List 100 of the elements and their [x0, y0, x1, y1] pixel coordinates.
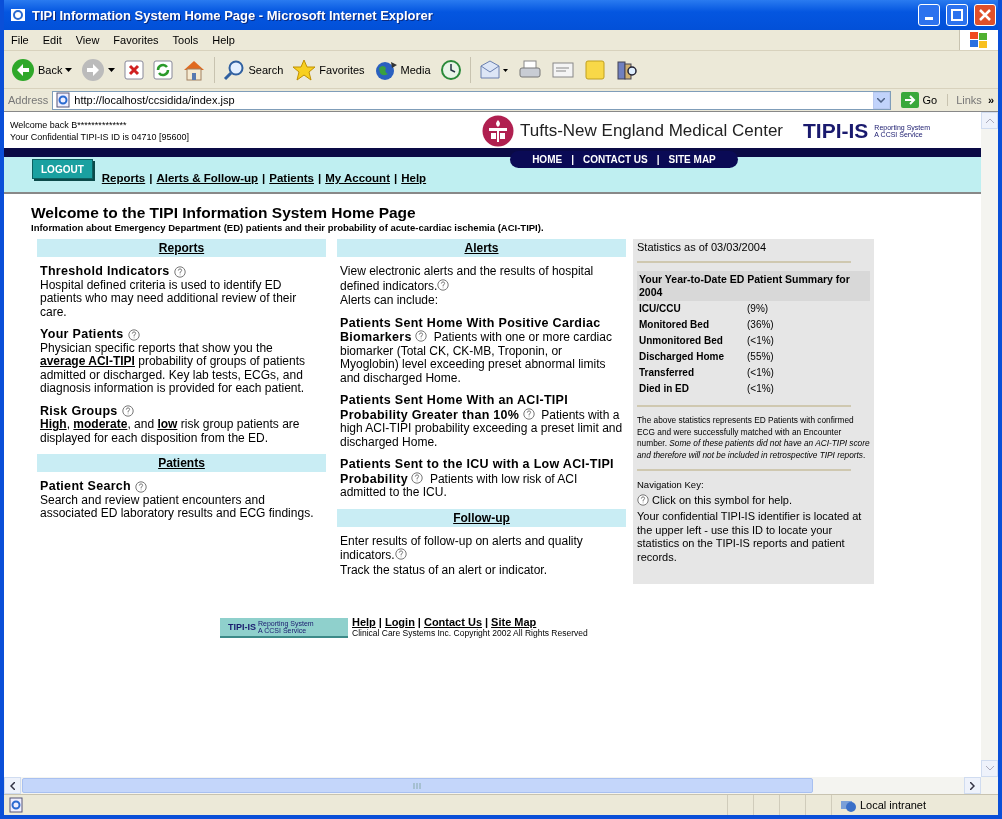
- menu-item[interactable]: Edit: [35, 34, 69, 46]
- menu-item[interactable]: Help: [205, 34, 242, 46]
- navigation-key-text: Your confidential TIPI-IS identifier is located at the upper left - use this ID to locate your statistics on the TIPI-IS reports and patient records.: [637, 510, 863, 564]
- close-icon: [979, 9, 991, 21]
- research-icon: [614, 58, 639, 81]
- search-icon: [223, 58, 246, 81]
- chevron-down-icon: [877, 97, 885, 103]
- description-text: Enter results of follow-up on alerts and quality indicators.: [340, 534, 584, 563]
- top-nav-link[interactable]: HOME: [532, 154, 563, 165]
- dropdown-button[interactable]: [872, 91, 890, 109]
- stat-value: (36%): [747, 318, 774, 332]
- entry-title: Patient Search: [40, 480, 132, 494]
- statistics-note: The above statistics represents ED Patients with confirmed ECG and were successfully matched with an Encounter number. Some of these patients did not have an ACI-TIPI score and therefore will not be included in retrospective TIPI reports.: [637, 415, 870, 461]
- go-button[interactable]: Go: [894, 92, 944, 108]
- menu-item[interactable]: View: [68, 34, 107, 46]
- navigation-key-title: Navigation Key:: [637, 479, 705, 490]
- footer-link[interactable]: Site Map: [491, 616, 537, 628]
- stat-label: Transferred: [639, 366, 696, 380]
- entry-title: Threshold Indicators: [40, 265, 170, 279]
- grip-icon: [413, 782, 422, 789]
- text-link[interactable]: low: [157, 417, 178, 431]
- scroll-left-icon: [10, 781, 15, 790]
- footer-link[interactable]: Help: [352, 616, 376, 628]
- nav-link[interactable]: Reports: [101, 172, 146, 184]
- help-icon[interactable]: [637, 494, 649, 506]
- help-icon[interactable]: [121, 405, 134, 418]
- section-heading[interactable]: Patients: [37, 454, 326, 472]
- help-icon[interactable]: [173, 265, 186, 278]
- minimize-button[interactable]: [918, 4, 940, 26]
- alert-description: Patients Sent to the ICU with a Low ACI-TIPI Probability Patients with low risk of ACI admitted to the ICU.: [340, 458, 615, 500]
- maximize-icon: [951, 9, 963, 21]
- menu-item[interactable]: File: [4, 34, 36, 46]
- help-icon[interactable]: [411, 471, 424, 484]
- chevron[interactable]: »: [987, 94, 998, 106]
- browser-icon: [10, 7, 26, 23]
- refresh-icon: [153, 59, 174, 80]
- menu-item[interactable]: Tools: [165, 34, 206, 46]
- id-text: Your Confidential TIPI-IS ID is 04710 [95600]: [10, 131, 190, 143]
- scroll-down-icon: [985, 766, 994, 771]
- address-field[interactable]: http://localhost/ccsidida/index.jsp: [52, 90, 891, 110]
- scroll-right-icon: [970, 781, 975, 790]
- text-link[interactable]: High: [40, 417, 67, 431]
- nav-link[interactable]: Patients: [269, 172, 314, 184]
- footer-link[interactable]: Login: [384, 616, 415, 628]
- separator: |: [656, 154, 660, 165]
- nav-link[interactable]: Help: [401, 172, 427, 184]
- section-heading[interactable]: Reports: [37, 239, 326, 257]
- nav-link[interactable]: My Account: [325, 172, 390, 184]
- scroll-thumb[interactable]: [22, 778, 813, 793]
- help-icon[interactable]: [437, 278, 450, 291]
- stat-value: (9%): [747, 302, 769, 316]
- vertical-scrollbar[interactable]: [981, 112, 998, 777]
- top-nav-link[interactable]: CONTACT US: [582, 154, 648, 165]
- section-heading[interactable]: Alerts: [337, 239, 626, 257]
- caret-icon: [108, 67, 116, 72]
- help-icon[interactable]: [415, 330, 428, 342]
- separator: |: [262, 172, 266, 184]
- nav-link[interactable]: Alerts & Follow-up: [156, 172, 259, 184]
- help-icon[interactable]: [135, 480, 148, 493]
- statistics-date: Statistics as of 03/03/2004: [637, 241, 768, 253]
- horizontal-scrollbar[interactable]: [4, 777, 998, 794]
- page-title: Welcome to the TIPI Information System Home Page: [31, 204, 417, 222]
- entry-title: Risk Groups: [40, 404, 118, 418]
- window-title: TIPI Information System Home Page - Microsoft Internet Explorer: [32, 7, 434, 23]
- toolbar-button[interactable]: Media: [370, 56, 434, 83]
- toolbar-button[interactable]: Search: [220, 56, 287, 83]
- separator: |: [571, 154, 574, 165]
- close-button[interactable]: [974, 4, 996, 26]
- stat-value: (<1%): [747, 334, 774, 348]
- top-nav-link[interactable]: SITE MAP: [668, 154, 716, 165]
- description-text: View electronic alerts and the results of hospital defined indicators.: [340, 265, 595, 293]
- summary-title: Your Year-to-Date ED Patient Summary for 2004: [637, 271, 870, 301]
- caret-icon: [65, 67, 73, 72]
- links-label[interactable]: Links: [947, 94, 984, 106]
- page-icon: [8, 797, 24, 813]
- stat-label: ICU/CCU: [639, 302, 682, 316]
- stat-value: (<1%): [747, 366, 774, 380]
- hospital-name: Tufts-New England Medical Center: [520, 121, 783, 141]
- document-edit-icon: [550, 59, 575, 80]
- alert-description: Patients Sent Home With an ACI-TIPI Probability Greater than 10% Patients with a high ACI-TIPI probability exceeding a preset limit and discharged Home.: [340, 394, 623, 449]
- copyright-text: Clinical Care Systems Inc. Copyright 2002 All Rights Reserved: [352, 628, 588, 638]
- section-heading[interactable]: Follow-up: [337, 508, 626, 527]
- stat-label: Monitored Bed: [639, 318, 710, 332]
- stat-label: Died in ED: [639, 382, 690, 396]
- toolbar-button[interactable]: Favorites: [289, 56, 368, 83]
- help-icon[interactable]: [394, 548, 407, 560]
- maximize-button[interactable]: [946, 4, 968, 26]
- separator: |: [318, 172, 322, 184]
- help-key-text: Click on this symbol for help.: [652, 494, 792, 506]
- description-text: Alerts can include:: [340, 294, 440, 308]
- footer-link[interactable]: Contact Us: [423, 616, 482, 628]
- help-icon[interactable]: [522, 407, 535, 420]
- menu-item[interactable]: Favorites: [106, 34, 166, 46]
- zone-label: Local intranet: [860, 799, 927, 811]
- brand-name: TIPI-IS: [803, 119, 869, 143]
- separator: |: [417, 616, 421, 628]
- text-link[interactable]: average ACI-TIPI: [40, 354, 135, 368]
- minimize-icon: [925, 17, 933, 20]
- help-icon[interactable]: [127, 328, 140, 341]
- toolbar-button[interactable]: Back: [8, 55, 76, 84]
